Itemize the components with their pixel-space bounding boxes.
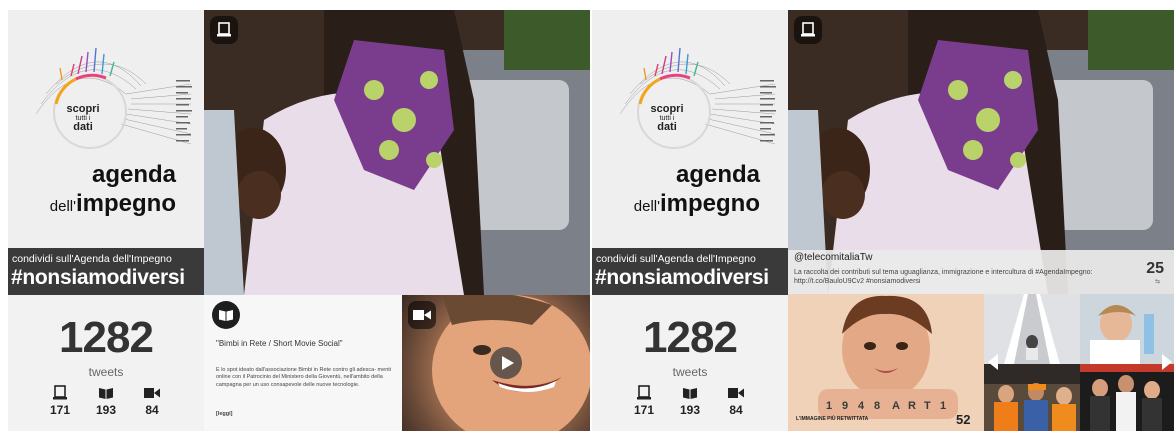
share-subtitle: condividi sull'Agenda dell'Impegno (12, 253, 172, 265)
video-camera-icon (728, 388, 744, 398)
svg-text:1: 1 (940, 400, 946, 412)
brand-block[interactable]: scopri tutti i dati agenda dell'impegno (592, 10, 788, 248)
retweet-icon: ⇆ (1154, 279, 1160, 285)
thumb-group[interactable] (1080, 364, 1174, 431)
next-arrow-icon[interactable] (1162, 354, 1172, 370)
tweet-total: 1282 (643, 313, 738, 362)
svg-text:8: 8 (874, 400, 880, 412)
stat-video: 84 (132, 385, 172, 417)
book-icon (683, 388, 697, 399)
tweet-total-label: tweets (672, 365, 708, 379)
title-agenda: agenda (91, 161, 176, 188)
tweet-counter: 1282 tweets 171 193 84 (592, 295, 788, 431)
hashtag-bar[interactable]: condividi sull'Agenda dell'Impegno #nons… (8, 248, 204, 295)
tweet-retweet-count: 25 (1146, 260, 1164, 277)
hashtag[interactable]: #nonsiamodiversi (11, 266, 185, 290)
tweet-overlay[interactable]: @telecomitaliaTw La raccolta dei contrib… (788, 250, 1174, 294)
thumb-lab[interactable] (1080, 294, 1174, 364)
stat-video-value: 84 (729, 403, 743, 417)
featured-caption: L'IMMAGINE PIÙ RETWITTATA (796, 416, 869, 422)
stat-video: 84 (716, 385, 756, 417)
title-agenda: agenda (675, 161, 760, 188)
stat-tablet-value: 171 (49, 403, 71, 417)
dati-label: dati (73, 121, 93, 133)
book-icon (99, 388, 113, 399)
tweet-total: 1282 (59, 313, 154, 362)
title-impegno-word: impegno (76, 190, 176, 217)
stat-book-value: 193 (95, 403, 117, 417)
hashtag-bar[interactable]: condividi sull'Agenda dell'Impegno #nons… (592, 248, 788, 295)
tablet-icon (53, 385, 67, 400)
thumb-volunteers[interactable] (984, 364, 1080, 431)
scopri-label: scopri (66, 103, 100, 115)
read-more-link[interactable]: [leggi] (216, 411, 233, 417)
title-impegno: dell'impegno (634, 192, 760, 216)
text-card[interactable]: "Bimbi in Rete / Short Movie Social" E l… (204, 295, 402, 431)
svg-text:1: 1 (826, 400, 832, 412)
card-body: E lo spot ideato dall'associazione Bimbi… (216, 367, 392, 388)
video-camera-icon (408, 301, 436, 329)
scopri-dati-link[interactable]: scopri tutti i dati (642, 104, 692, 133)
brand-block[interactable]: scopri tutti i dati agenda dell'impegno (8, 10, 204, 248)
title-impegno: dell'impegno (50, 192, 176, 216)
stat-book-value: 193 (679, 403, 701, 417)
stat-book: 193 (670, 385, 710, 417)
tablet-icon (637, 385, 651, 400)
svg-text:T: T (924, 400, 931, 412)
stat-book: 193 (86, 385, 126, 417)
scopri-label: scopri (650, 103, 684, 115)
title-dell: dell' (633, 198, 660, 215)
tweet-total-label: tweets (88, 365, 124, 379)
photo-mother-child (204, 10, 590, 295)
tablet-icon[interactable] (794, 16, 822, 44)
stat-tablet-value: 171 (633, 403, 655, 417)
play-icon[interactable] (490, 347, 522, 379)
stat-video-value: 84 (145, 403, 159, 417)
stat-tablet: 171 (40, 385, 80, 417)
video-card[interactable] (402, 295, 590, 431)
svg-text:9: 9 (842, 400, 848, 412)
tweet-username[interactable]: @telecomitaliaTw (794, 252, 873, 263)
girl-photo: 1948 ART1 (788, 294, 984, 431)
dati-label: dati (657, 121, 677, 133)
tablet-icon[interactable] (210, 16, 238, 44)
panel-right: scopri tutti i dati agenda dell'impegno … (592, 10, 1174, 431)
tweet-text: La raccolta dei contributi sul tema ugua… (794, 269, 1093, 286)
card-title: "Bimbi in Rete / Short Movie Social" (216, 339, 343, 348)
scopri-dati-link[interactable]: scopri tutti i dati (58, 104, 108, 133)
svg-text:4: 4 (858, 400, 865, 412)
svg-text:R: R (908, 400, 916, 412)
featured-retweet-count: 52 (956, 412, 971, 427)
prev-arrow-icon[interactable] (988, 354, 998, 370)
thumb-escalator[interactable] (984, 294, 1080, 364)
title-impegno-word: impegno (660, 190, 760, 217)
svg-text:A: A (892, 400, 900, 412)
share-subtitle: condividi sull'Agenda dell'Impegno (596, 253, 756, 265)
hero-photo[interactable] (204, 10, 590, 295)
hashtag[interactable]: #nonsiamodiversi (595, 266, 769, 290)
most-retweeted-image[interactable]: 1948 ART1 L'IMMAGINE PIÙ RETWITTATA 52 (788, 294, 984, 431)
title-dell: dell' (49, 198, 76, 215)
book-icon (212, 301, 240, 329)
panel-left: scopri tutti i dati agenda dell'impegno … (8, 10, 590, 431)
video-camera-icon (144, 388, 160, 398)
tweet-counter: 1282 tweets 171 193 84 (8, 295, 204, 431)
stat-tablet: 171 (624, 385, 664, 417)
